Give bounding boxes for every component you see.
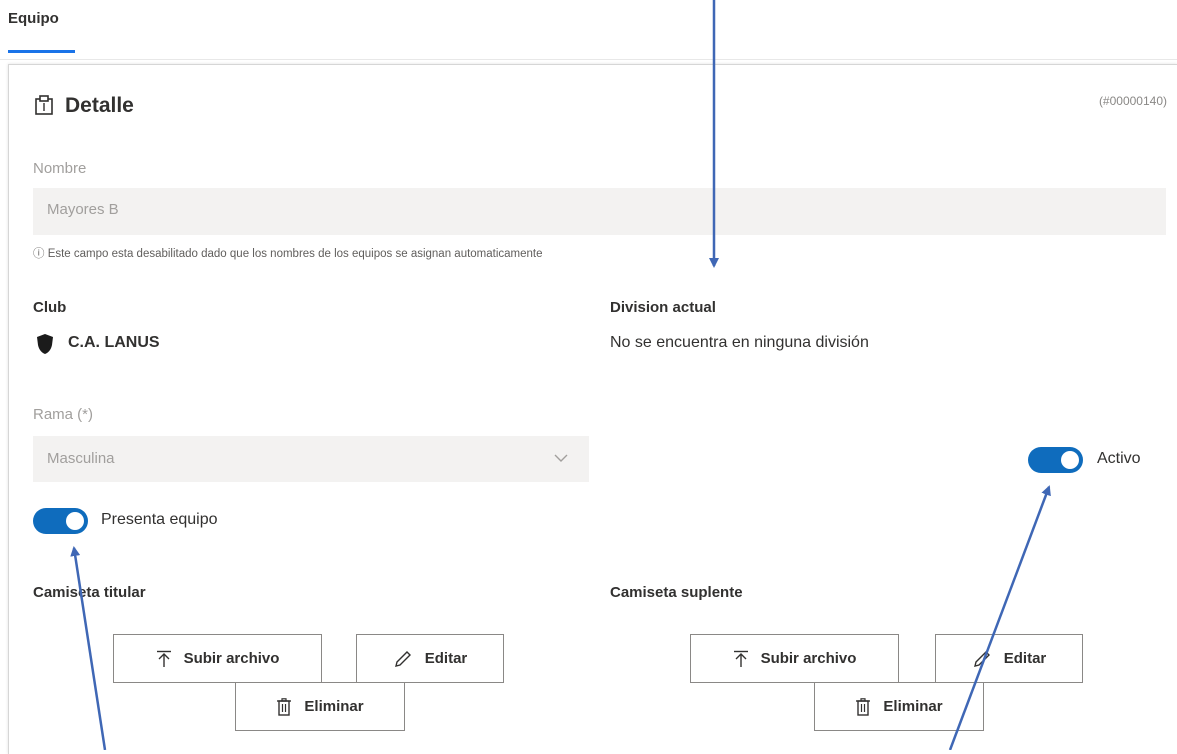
annotation-arrows [70, 0, 1051, 750]
annotation-arrow-activo [948, 485, 1051, 750]
annotation-arrow-presenta-equipo [70, 546, 107, 750]
